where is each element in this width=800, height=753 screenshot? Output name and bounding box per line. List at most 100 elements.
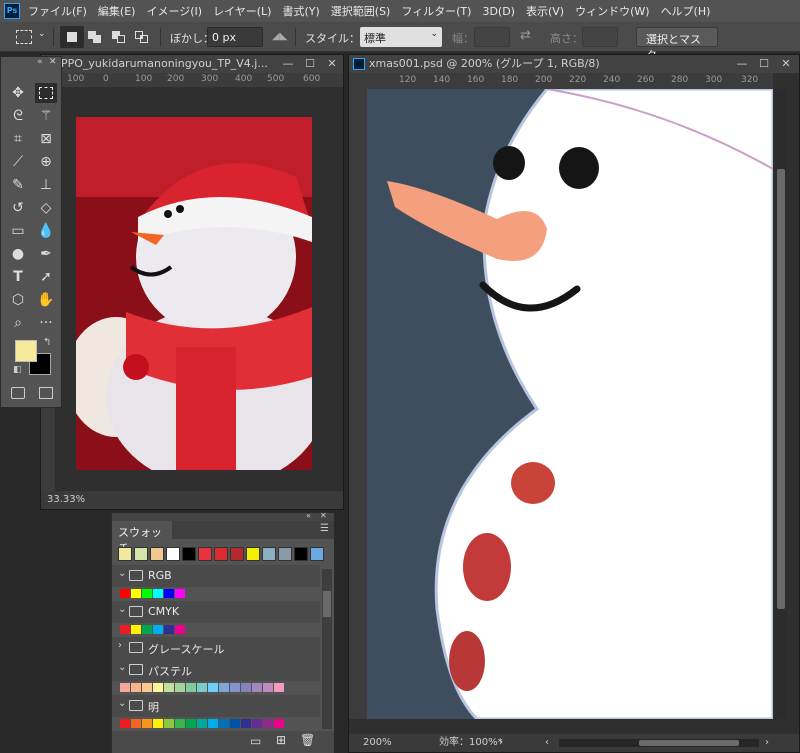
swatch-color[interactable] xyxy=(164,589,174,598)
chevron-down-icon[interactable]: ⌄ xyxy=(118,568,126,579)
menu-file[interactable]: ファイル(F) xyxy=(28,3,87,19)
swap-colors-icon[interactable]: ↰ xyxy=(43,337,51,348)
swatch-color[interactable] xyxy=(150,547,164,561)
chevron-right-icon[interactable]: › xyxy=(118,640,122,651)
healing-brush-tool-icon[interactable]: ⊕ xyxy=(35,152,57,172)
swatch-color[interactable] xyxy=(175,683,185,692)
magic-wand-tool-icon[interactable]: ⚚ xyxy=(35,106,57,126)
swatch-color[interactable] xyxy=(164,683,174,692)
panel-menu-icon[interactable]: ☰ xyxy=(320,523,329,534)
scroll-left-icon[interactable]: ‹ xyxy=(545,734,549,752)
swatch-color[interactable] xyxy=(153,683,163,692)
eraser-tool-icon[interactable]: ◇ xyxy=(35,198,57,218)
swatch-color[interactable] xyxy=(246,547,260,561)
menu-edit[interactable]: 編集(E) xyxy=(98,3,136,19)
swatch-color[interactable] xyxy=(175,625,185,634)
type-tool-icon[interactable]: T xyxy=(7,267,29,287)
menu-3d[interactable]: 3D(D) xyxy=(482,5,515,18)
swap-arrows-icon[interactable]: ⇄ xyxy=(520,28,531,43)
swatch-color[interactable] xyxy=(120,719,130,728)
frame-tool-icon[interactable]: ⊠ xyxy=(35,129,57,149)
zoom-level[interactable]: 200% xyxy=(363,734,392,752)
swatch-color[interactable] xyxy=(131,625,141,634)
marquee-tool-icon[interactable] xyxy=(35,83,57,103)
new-selection-icon[interactable] xyxy=(60,26,84,48)
anti-alias-icon[interactable]: ◢◣ xyxy=(272,31,288,43)
crop-tool-icon[interactable]: ⌗ xyxy=(7,129,29,149)
swatch-color[interactable] xyxy=(134,547,148,561)
default-colors-icon[interactable]: ◧ xyxy=(13,365,22,375)
chevron-down-icon[interactable]: ⌄ xyxy=(118,604,126,615)
swatch-color[interactable] xyxy=(153,719,163,728)
foreground-color-swatch[interactable] xyxy=(15,340,37,362)
menu-view[interactable]: 表示(V) xyxy=(526,3,564,19)
maximize-icon[interactable]: ☐ xyxy=(753,56,775,72)
scroll-right-icon[interactable]: › xyxy=(765,734,769,752)
swatch-color[interactable] xyxy=(120,683,130,692)
horizontal-scrollbar[interactable] xyxy=(559,739,759,747)
swatch-color[interactable] xyxy=(252,719,262,728)
swatch-color[interactable] xyxy=(230,719,240,728)
menu-layer[interactable]: レイヤー(L) xyxy=(213,3,271,19)
screen-mode-icon[interactable] xyxy=(39,387,53,399)
menu-filter[interactable]: フィルター(T) xyxy=(401,3,471,19)
swatch-color[interactable] xyxy=(142,589,152,598)
quick-mask-icon[interactable] xyxy=(11,387,25,399)
swatch-color[interactable] xyxy=(186,719,196,728)
chevron-right-icon[interactable]: › xyxy=(499,734,503,752)
menu-select[interactable]: 選択範囲(S) xyxy=(331,3,391,19)
marquee-preset-icon[interactable] xyxy=(16,30,32,44)
swatch-color[interactable] xyxy=(208,719,218,728)
menu-window[interactable]: ウィンドウ(W) xyxy=(575,3,649,19)
swatch-color[interactable] xyxy=(182,547,196,561)
panel-collapse-icon[interactable]: « xyxy=(37,57,43,67)
feather-input[interactable]: 0 px xyxy=(207,27,263,47)
swatch-color[interactable] xyxy=(241,683,251,692)
swatch-color[interactable] xyxy=(131,719,141,728)
menu-type[interactable]: 書式(Y) xyxy=(282,3,319,19)
swatch-color[interactable] xyxy=(131,683,141,692)
swatch-color[interactable] xyxy=(164,719,174,728)
intersect-selection-icon[interactable] xyxy=(135,31,149,43)
chevron-down-icon[interactable]: ⌄ xyxy=(118,662,126,673)
gradient-tool-icon[interactable]: ▭ xyxy=(7,221,29,241)
width-input[interactable] xyxy=(474,27,510,47)
swatch-color[interactable] xyxy=(241,719,251,728)
swatch-color[interactable] xyxy=(164,625,174,634)
swatch-color[interactable] xyxy=(175,719,185,728)
swatch-group[interactable]: ⌄ 明 xyxy=(112,695,320,717)
trash-icon[interactable]: 🗑 xyxy=(300,733,315,747)
swatch-color[interactable] xyxy=(219,719,229,728)
chevron-down-icon[interactable]: ⌄ xyxy=(38,29,46,39)
tab-swatches[interactable]: スウォッチ xyxy=(112,521,172,555)
swatch-color[interactable] xyxy=(219,683,229,692)
swatch-color[interactable] xyxy=(186,683,196,692)
lasso-tool-icon[interactable]: ᘓ xyxy=(7,106,29,126)
close-icon[interactable]: ✕ xyxy=(775,56,797,72)
eyedropper-tool-icon[interactable]: ⟋ xyxy=(7,152,29,172)
history-brush-tool-icon[interactable]: ↺ xyxy=(7,198,29,218)
swatch-color[interactable] xyxy=(263,719,273,728)
subtract-selection-icon[interactable] xyxy=(112,31,126,43)
zoom-level[interactable]: 33.33% xyxy=(47,491,85,509)
swatch-color[interactable] xyxy=(142,683,152,692)
zoom-tool-icon[interactable]: ⌕ xyxy=(7,313,29,333)
swatch-color[interactable] xyxy=(278,547,292,561)
panel-collapse-icon[interactable]: « xyxy=(306,511,311,520)
swatch-color[interactable] xyxy=(166,547,180,561)
new-group-icon[interactable]: ▭ xyxy=(250,734,261,748)
new-swatch-icon[interactable]: ⊞ xyxy=(276,733,286,747)
swatch-color[interactable] xyxy=(214,547,228,561)
brush-tool-icon[interactable]: ✎ xyxy=(7,175,29,195)
swatch-color[interactable] xyxy=(310,547,324,561)
swatch-color[interactable] xyxy=(197,683,207,692)
maximize-icon[interactable]: ☐ xyxy=(299,56,321,72)
hand-tool-icon[interactable]: ✋ xyxy=(35,290,57,310)
vertical-scrollbar[interactable] xyxy=(322,569,332,729)
swatch-color[interactable] xyxy=(118,547,132,561)
swatch-group[interactable]: ⌄ RGB xyxy=(112,565,320,587)
height-input[interactable] xyxy=(582,27,618,47)
minimize-icon[interactable]: — xyxy=(277,56,299,72)
swatch-color[interactable] xyxy=(142,719,152,728)
pen-tool-icon[interactable]: ✒ xyxy=(35,244,57,264)
